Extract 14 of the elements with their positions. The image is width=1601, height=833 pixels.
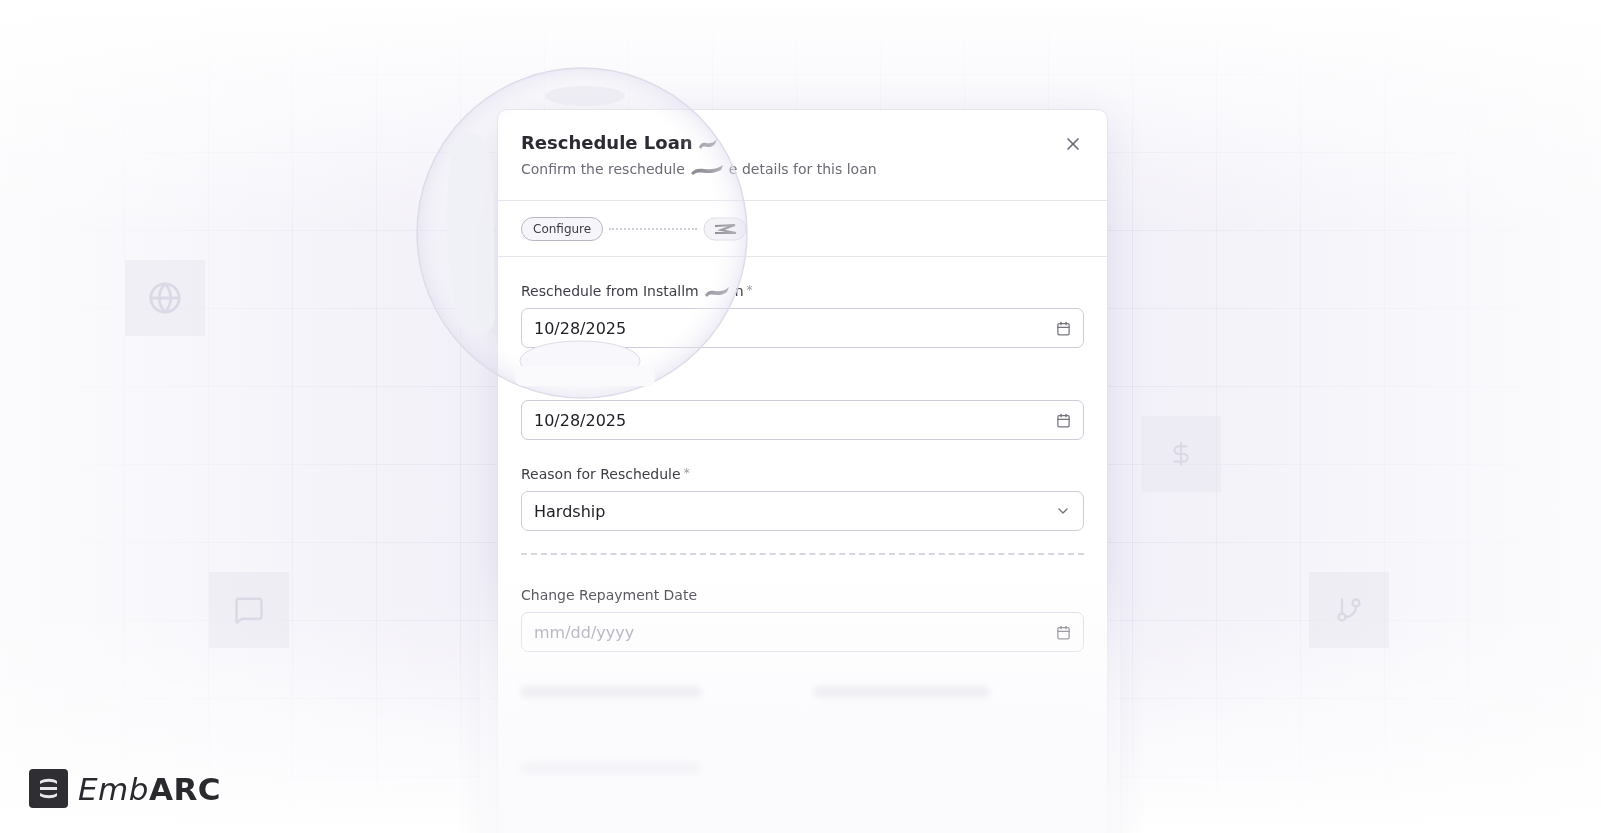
dialog-subtitle: e details for this loan — [728, 161, 877, 177]
dialog-subtitle: Confirm the reschedule — [521, 161, 685, 177]
calendar-icon — [1056, 624, 1071, 640]
field-label: Change Repayment Date — [521, 587, 699, 603]
field-label: Reason for Reschedule * — [521, 466, 691, 482]
brand-name: EmbARC — [78, 770, 222, 807]
logo-icon — [29, 769, 68, 808]
select-field[interactable]: Hardship — [521, 491, 1084, 531]
required-mark: * — [683, 466, 690, 480]
calendar-icon — [1056, 320, 1071, 336]
required-mark: * — [746, 283, 753, 297]
calendar-icon — [1056, 412, 1071, 428]
date-field[interactable]: 10/28/2025 — [521, 400, 1084, 440]
dialog-title: Reschedule Loan — [521, 132, 693, 153]
